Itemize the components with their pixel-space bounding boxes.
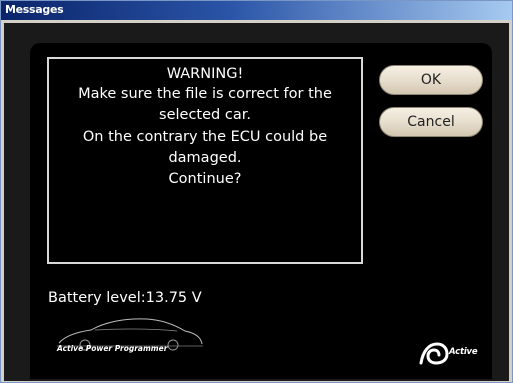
message-line: Make sure the file is correct for the (78, 86, 332, 102)
battery-level-text: Battery level:13.75 V (48, 290, 202, 306)
ok-button[interactable]: OK (379, 65, 483, 95)
app-name-logo-text: Active Power Programmer (57, 344, 168, 353)
message-box: WARNING! Make sure the file is correct f… (47, 57, 363, 264)
messages-window: Messages WARNING! Make sure the file is … (0, 0, 513, 383)
active-brand-icon (419, 342, 449, 365)
message-line: On the contrary the ECU could be (82, 129, 328, 145)
message-line: damaged. (168, 150, 242, 166)
message-line-warning: WARNING! (166, 66, 244, 82)
window-title: Messages (5, 3, 64, 16)
message-line-question: Continue? (168, 171, 242, 187)
title-bar[interactable]: Messages (1, 1, 512, 20)
message-line: selected car. (159, 107, 251, 123)
cancel-button[interactable]: Cancel (379, 107, 483, 137)
brand-name-text: Active (449, 347, 478, 357)
